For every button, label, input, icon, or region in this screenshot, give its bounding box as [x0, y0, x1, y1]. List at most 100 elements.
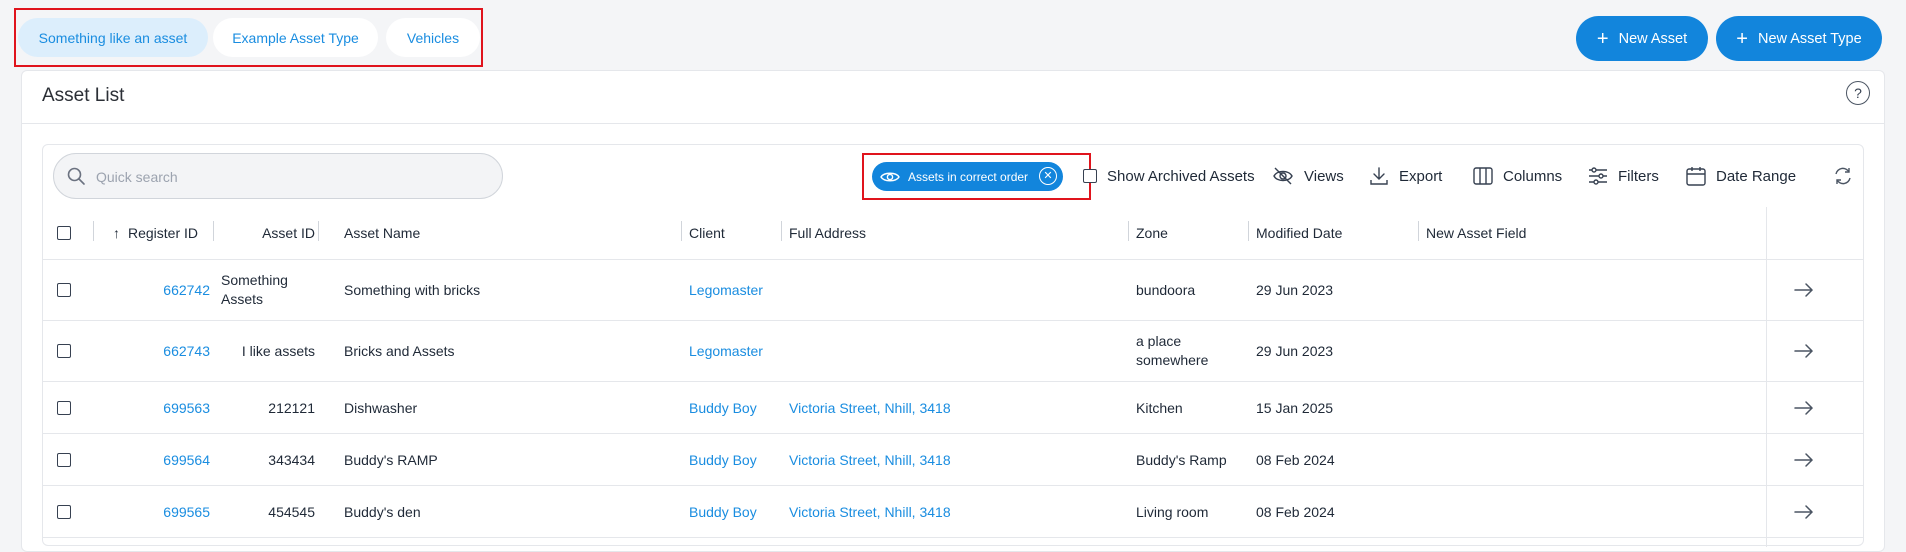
row-checkbox[interactable] — [57, 486, 71, 537]
plus-icon: + — [1596, 27, 1609, 50]
modified-date: 29 Jun 2023 — [1256, 343, 1334, 359]
arrow-right-icon[interactable] — [1794, 321, 1814, 381]
column-header-new-asset-field[interactable]: New Asset Field — [1426, 207, 1526, 259]
views-label: Views — [1304, 167, 1344, 185]
show-archived-toggle[interactable]: Show Archived Assets — [1083, 159, 1255, 193]
new-asset-button[interactable]: + New Asset — [1576, 16, 1708, 61]
register-id-link[interactable]: 699564 — [113, 434, 210, 485]
address-link[interactable]: Victoria Street, Nhill, 3418 — [789, 486, 951, 537]
modified-date: 08 Feb 2024 — [1256, 451, 1335, 468]
arrow-right-icon[interactable] — [1794, 434, 1814, 485]
table-row[interactable]: 699563 212121 Dishwasher Buddy Boy Victo… — [43, 382, 1863, 434]
export-label: Export — [1399, 167, 1443, 185]
asset-id: 343434 — [268, 451, 315, 468]
table-row[interactable]: 699565 454545 Buddy's den Buddy Boy Vict… — [43, 486, 1863, 538]
register-id-link[interactable]: 662743 — [113, 321, 210, 381]
show-archived-checkbox[interactable] — [1083, 169, 1097, 183]
sliders-icon — [1589, 167, 1607, 185]
asset-id: Something Assets — [221, 272, 288, 307]
asset-name: Dishwasher — [344, 399, 418, 416]
address-link[interactable]: Victoria Street, Nhill, 3418 — [789, 382, 951, 433]
new-asset-type-label: New Asset Type — [1757, 30, 1862, 47]
row-checkbox[interactable] — [57, 382, 71, 433]
tab-example-asset-type[interactable]: Example Asset Type — [213, 18, 378, 57]
asset-name: Buddy's RAMP — [344, 451, 438, 468]
search-input[interactable] — [94, 164, 488, 190]
tab-something-like-an-asset[interactable]: Something like an asset — [18, 18, 208, 57]
row-checkbox[interactable] — [57, 321, 71, 381]
quick-search[interactable] — [53, 153, 503, 199]
zone: bundoora — [1136, 282, 1196, 298]
tab-vehicles[interactable]: Vehicles — [386, 18, 480, 57]
plus-icon: + — [1736, 27, 1748, 50]
arrow-right-icon[interactable] — [1794, 260, 1814, 320]
table-row[interactable]: 662743 I like assets Bricks and Assets L… — [43, 321, 1863, 382]
register-id-link[interactable]: 699563 — [113, 382, 210, 433]
eye-off-icon — [1273, 167, 1293, 185]
active-view-chip[interactable]: Assets in correct order ✕ — [872, 162, 1063, 191]
asset-list-card: Asset List ? Assets in correct order ✕ S — [21, 70, 1885, 552]
client-link[interactable]: Buddy Boy — [689, 434, 757, 485]
modified-date: 29 Jun 2023 — [1256, 282, 1334, 298]
zone: a place somewhere — [1136, 333, 1209, 368]
client-link[interactable]: Buddy Boy — [689, 382, 757, 433]
columns-button[interactable]: Columns — [1473, 159, 1562, 193]
register-id-link[interactable]: 662742 — [113, 260, 210, 320]
search-icon — [67, 167, 85, 185]
asset-name: Something with bricks — [344, 282, 481, 298]
register-id-link[interactable]: 699565 — [113, 486, 210, 537]
column-header-modified-date[interactable]: Modified Date — [1256, 207, 1342, 259]
asset-id: 454545 — [268, 503, 315, 520]
asset-name: Buddy's den — [344, 503, 421, 520]
column-header-full-address[interactable]: Full Address — [789, 207, 866, 259]
client-link[interactable]: Legomaster — [689, 321, 763, 381]
asset-table-panel: Assets in correct order ✕ Show Archived … — [42, 144, 1864, 547]
client-link[interactable]: Legomaster — [689, 260, 763, 320]
asset-id: 212121 — [268, 399, 315, 416]
page-title: Asset List — [42, 85, 125, 106]
filters-label: Filters — [1618, 167, 1659, 185]
modified-date: 08 Feb 2024 — [1256, 503, 1335, 520]
table-row[interactable]: 662742 Something Assets Something with b… — [43, 260, 1863, 321]
new-asset-type-button[interactable]: + New Asset Type — [1716, 16, 1882, 61]
new-asset-label: New Asset — [1618, 30, 1688, 47]
card-header: Asset List ? — [22, 71, 1884, 124]
close-icon[interactable]: ✕ — [1039, 167, 1057, 185]
column-header-client[interactable]: Client — [689, 207, 725, 259]
eye-icon — [880, 172, 900, 181]
chip-label: Assets in correct order — [908, 169, 1029, 184]
filters-button[interactable]: Filters — [1588, 159, 1659, 193]
sort-up-icon: ↑ — [113, 225, 120, 241]
refresh-icon — [1835, 167, 1851, 185]
filter-chip-highlight: Assets in correct order ✕ — [862, 153, 1091, 200]
help-icon[interactable]: ? — [1846, 81, 1870, 105]
address-link[interactable]: Victoria Street, Nhill, 3418 — [789, 434, 951, 485]
download-icon — [1370, 167, 1388, 185]
table-header: ↑ Register ID Asset ID Asset Name Client… — [43, 207, 1863, 260]
zone: Buddy's Ramp — [1136, 451, 1227, 468]
export-button[interactable]: Export — [1369, 159, 1442, 193]
column-header-zone[interactable]: Zone — [1136, 207, 1168, 259]
date-range-button[interactable]: Date Range — [1686, 159, 1796, 193]
select-all-checkbox[interactable] — [57, 207, 71, 259]
show-archived-label: Show Archived Assets — [1107, 167, 1255, 185]
zone: Kitchen — [1136, 399, 1183, 416]
table-row[interactable]: 699564 343434 Buddy's RAMP Buddy Boy Vic… — [43, 434, 1863, 486]
modified-date: 15 Jan 2025 — [1256, 399, 1334, 416]
arrow-right-icon[interactable] — [1794, 486, 1814, 537]
calendar-icon — [1686, 167, 1706, 186]
column-header-register-id[interactable]: ↑ Register ID — [113, 207, 198, 259]
client-link[interactable]: Buddy Boy — [689, 486, 757, 537]
row-checkbox[interactable] — [57, 260, 71, 320]
asset-id: I like assets — [241, 343, 315, 359]
date-range-label: Date Range — [1716, 167, 1797, 185]
columns-icon — [1473, 167, 1493, 185]
top-bar: Something like an asset Example Asset Ty… — [0, 0, 1906, 72]
views-button[interactable]: Views — [1272, 159, 1344, 193]
asset-name: Bricks and Assets — [344, 343, 455, 359]
refresh-button[interactable] — [1833, 159, 1853, 193]
column-header-asset-id[interactable]: Asset ID — [218, 207, 315, 259]
column-header-asset-name[interactable]: Asset Name — [344, 207, 420, 259]
arrow-right-icon[interactable] — [1794, 382, 1814, 433]
row-checkbox[interactable] — [57, 434, 71, 485]
